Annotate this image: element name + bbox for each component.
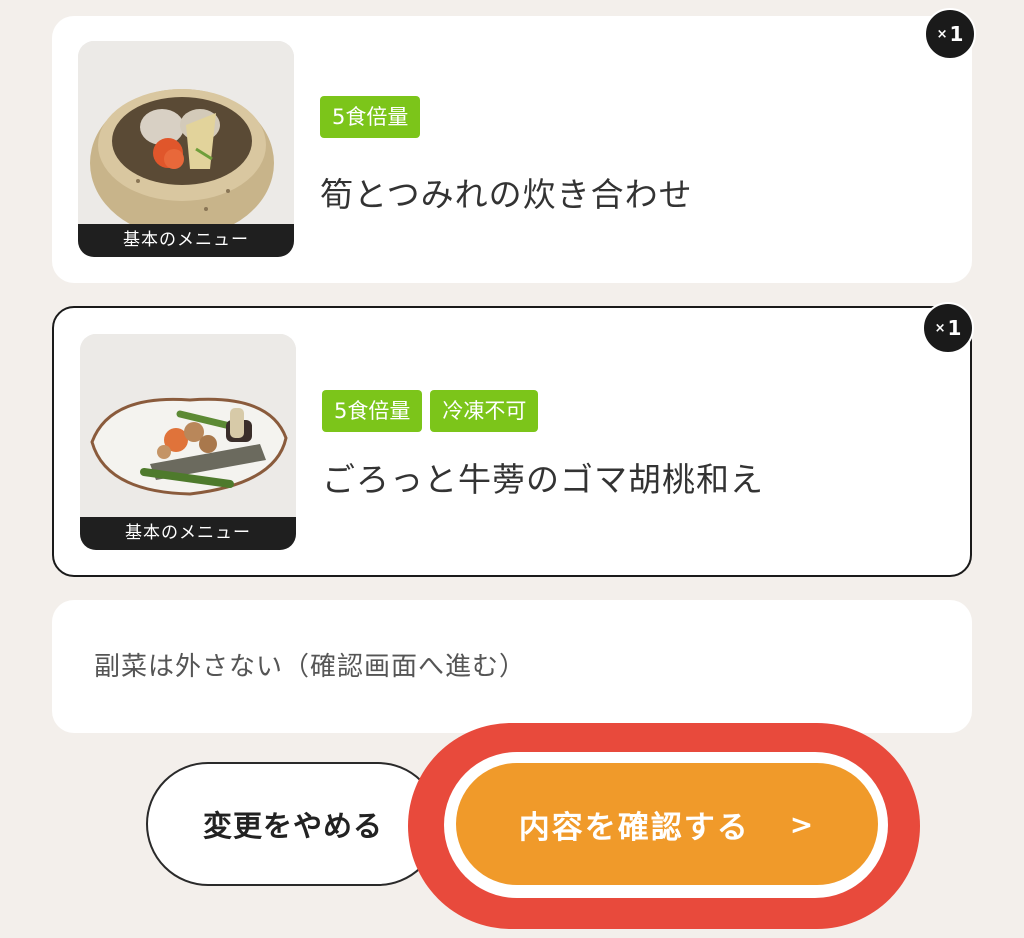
thumb-label: 基本のメニュー — [80, 517, 296, 550]
tag-list: 5食倍量 冷凍不可 — [322, 390, 539, 432]
quantity-value: 1 — [947, 316, 962, 340]
quantity-value: 1 — [949, 22, 964, 46]
tag-badge: 5食倍量 — [322, 390, 423, 432]
tag-badge: 冷凍不可 — [430, 390, 539, 432]
times-icon: × — [934, 320, 946, 336]
keep-side-dish-option[interactable]: 副菜は外さない（確認画面へ進む） — [52, 600, 972, 733]
confirm-label: 内容を確認する — [518, 809, 750, 846]
tag-badge: 5食倍量 — [320, 96, 421, 138]
cancel-change-button[interactable]: 変更をやめる — [146, 762, 440, 886]
thumb-label: 基本のメニュー — [78, 224, 294, 257]
menu-item-card[interactable]: 基本のメニュー 5食倍量 筍とつみれの炊き合わせ — [52, 16, 972, 283]
tag-list: 5食倍量 — [320, 96, 421, 138]
dish-image: 基本のメニュー — [80, 334, 296, 550]
dish-image: 基本のメニュー — [78, 41, 294, 257]
times-icon: × — [936, 26, 948, 42]
menu-item-card-selected[interactable]: 基本のメニュー 5食倍量 冷凍不可 ごろっと牛蒡のゴマ胡桃和え — [52, 306, 972, 577]
page: 基本のメニュー 5食倍量 筍とつみれの炊き合わせ × 1 基本のメニュー 5食倍… — [0, 0, 1024, 938]
option-label: 副菜は外さない（確認画面へ進む） — [94, 652, 527, 682]
dish-title: 筍とつみれの炊き合わせ — [320, 175, 693, 214]
confirm-contents-button[interactable]: 内容を確認する > — [456, 763, 878, 885]
quantity-badge: × 1 — [922, 302, 974, 354]
quantity-badge: × 1 — [924, 8, 976, 60]
dish-title: ごろっと牛蒡のゴマ胡桃和え — [322, 460, 764, 499]
chevron-right-icon: > — [789, 807, 816, 841]
